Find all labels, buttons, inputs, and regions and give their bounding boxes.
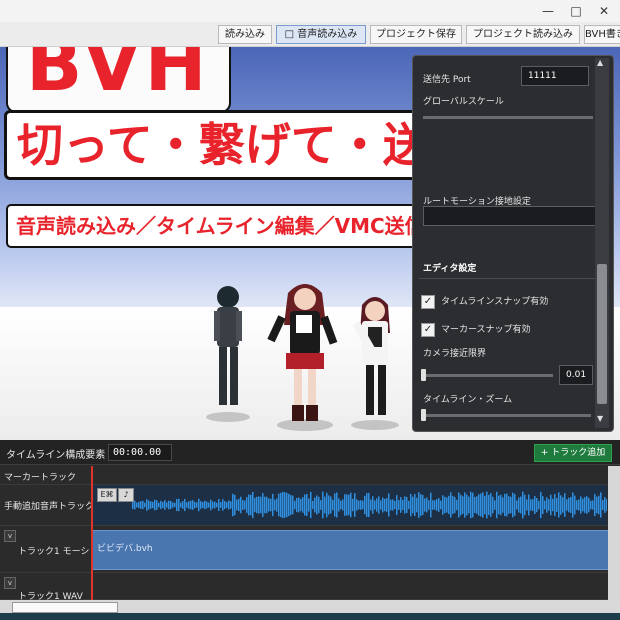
minimize-button[interactable]: — [534, 2, 562, 20]
save-project-button[interactable]: プロジェクト保存 [370, 25, 462, 44]
timeline-vertical-scrollbar[interactable] [608, 466, 620, 600]
camera-limit-input[interactable]: 0.01 [559, 365, 593, 385]
timeline-panel: タイムライン構成要素 00:00.00 + トラック追加 マーカートラック 手動… [0, 440, 620, 620]
camera-limit-knob[interactable] [421, 369, 426, 381]
audio-track-row[interactable]: 手動追加音声トラック E⌘ ♪ [0, 485, 620, 526]
timeline-zoom-slider[interactable] [423, 414, 591, 417]
port-input[interactable]: 11111 [521, 66, 589, 86]
scroll-down-icon[interactable]: ▼ [597, 414, 603, 423]
export-bvh-button[interactable]: BVH書き [584, 25, 620, 44]
camera-limit-label: カメラ接近限界 [423, 349, 487, 359]
inspector-scroll-thumb[interactable] [597, 264, 607, 404]
camera-limit-slider[interactable] [423, 374, 553, 377]
motion-clip-label: ビビデバ.bvh [97, 544, 153, 554]
window-titlebar: — □ ✕ [0, 0, 620, 23]
timeline-header: タイムライン構成要素 00:00.00 + トラック追加 [0, 440, 620, 465]
timeline-zoom-label: タイムライン・ズーム [423, 395, 513, 405]
timeline-snap-row[interactable]: ✓ タイムラインスナップ有効 [421, 294, 548, 310]
expand-icon[interactable]: v [4, 577, 16, 589]
expand-icon[interactable]: v [4, 530, 16, 542]
marker-snap-row[interactable]: ✓ マーカースナップ有効 [421, 322, 531, 338]
music-note-icon[interactable]: ♪ [118, 488, 134, 502]
audio-track-name: 手動追加音声トラック [4, 502, 95, 512]
playhead[interactable] [91, 466, 93, 600]
global-scale-label: グローバルスケール [423, 97, 504, 107]
marker-track-name: マーカートラック [4, 473, 77, 483]
marker-track-row[interactable]: マーカートラック [0, 466, 620, 485]
timeline-title: タイムライン構成要素 [6, 450, 106, 461]
inspector-scrollbar[interactable]: ▲ ▼ [595, 58, 609, 428]
character-models[interactable] [200, 277, 430, 437]
global-scale-slider[interactable] [423, 116, 593, 119]
maximize-button[interactable]: □ [562, 2, 590, 20]
timeline-horizontal-scrollbar[interactable] [0, 600, 620, 613]
timeline-zoom-knob[interactable] [421, 409, 426, 421]
main-toolbar: 読み込み □ 音声読み込み プロジェクト保存 プロジェクト読み込み BVH書き [0, 22, 620, 47]
timeline-time-display[interactable]: 00:00.00 [108, 444, 172, 461]
scroll-up-icon[interactable]: ▲ [597, 58, 603, 67]
audio-clip-tag[interactable]: E⌘ [97, 488, 117, 502]
timeline-snap-checkbox[interactable]: ✓ [421, 294, 435, 309]
motion-clip[interactable]: ビビデバ.bvh [92, 530, 609, 570]
marker-snap-checkbox[interactable]: ✓ [421, 322, 435, 337]
marker-snap-label: マーカースナップ有効 [441, 325, 531, 335]
load-project-button[interactable]: プロジェクト読み込み [466, 25, 580, 44]
inspector-panel: 送信先 Port 11111 グローバルスケール ルートモーション接地設定 エデ… [412, 55, 614, 432]
horizontal-scroll-thumb[interactable] [12, 602, 118, 613]
add-track-button[interactable]: + トラック追加 [534, 444, 612, 462]
load-audio-button[interactable]: □ 音声読み込み [276, 25, 366, 44]
editor-settings-header: エディタ設定 [423, 264, 477, 274]
timeline-snap-label: タイムラインスナップ有効 [441, 297, 549, 307]
root-motion-dropdown[interactable] [423, 206, 599, 226]
port-label: 送信先 Port [423, 75, 471, 85]
wav-track-row[interactable]: v トラック1 WAV [0, 573, 620, 602]
overlay-title: BVH [6, 47, 231, 113]
close-button[interactable]: ✕ [590, 2, 618, 20]
section-divider [419, 278, 599, 279]
bottom-strip [0, 613, 620, 620]
audio-waveform[interactable] [92, 485, 607, 525]
motion-track-row[interactable]: v トラック1 モーション ビビデバ.bvh [0, 526, 620, 573]
load-button[interactable]: 読み込み [218, 25, 272, 44]
overlay-tagline: 音声読み込み／タイムライン編集／VMC送信 [6, 204, 435, 248]
